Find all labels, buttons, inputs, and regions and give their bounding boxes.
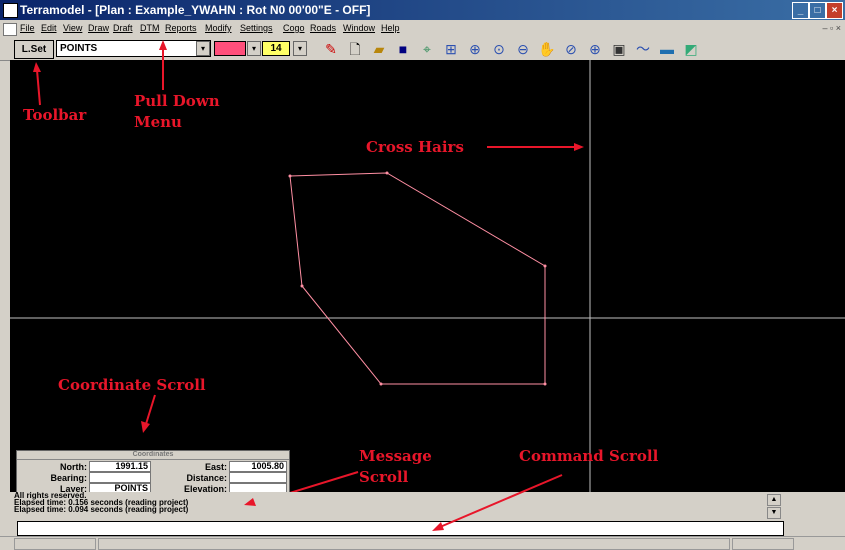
annotation-coordinate-scroll: Coordinate Scroll xyxy=(58,376,206,394)
message-arrowhead xyxy=(244,498,256,506)
annotation-message: Message xyxy=(359,447,432,465)
annotation-pull-down: Pull Down xyxy=(134,92,220,110)
annotation-cross-hairs: Cross Hairs xyxy=(366,138,464,156)
annotation-command-scroll: Command Scroll xyxy=(519,447,659,465)
annotation-scroll: Scroll xyxy=(359,468,409,486)
command-arrow xyxy=(439,474,563,528)
menu-arrowhead xyxy=(159,40,167,50)
annotation-menu: Menu xyxy=(134,113,182,131)
annotation-overlay xyxy=(33,40,563,531)
annotation-toolbar: Toolbar xyxy=(23,106,87,124)
command-arrowhead xyxy=(432,522,444,531)
toolbar-arrowhead xyxy=(33,62,41,72)
toolbar-arrow xyxy=(36,69,41,106)
